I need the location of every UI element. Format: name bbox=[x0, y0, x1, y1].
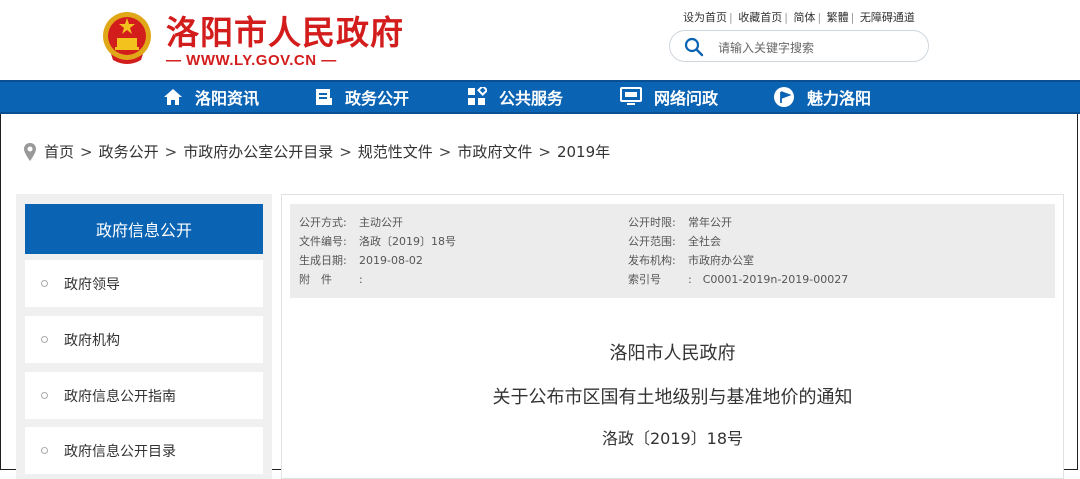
sidebar-title: 政府信息公开 bbox=[25, 204, 263, 254]
meta-scope: 公开范围: 全社会 bbox=[628, 235, 721, 248]
document-title: 关于公布市区国有土地级别与基准地价的通知 bbox=[492, 387, 853, 408]
breadcrumb-gov-affairs[interactable]: 政务公开 bbox=[99, 141, 159, 162]
home-icon bbox=[164, 89, 182, 105]
site-url: — WWW.LY.GOV.CN — bbox=[166, 52, 337, 69]
nav-item-news[interactable]: 洛阳资讯 bbox=[163, 82, 259, 112]
nav-item-gov-affairs[interactable]: 政务公开 bbox=[315, 82, 409, 112]
sidebar-item-guide[interactable]: 政府信息公开指南 bbox=[25, 372, 263, 419]
top-links: 设为首页 | 收藏首页 | 简体 | 繁體 | 无障碍通道 bbox=[683, 11, 915, 24]
bullet-icon bbox=[41, 447, 48, 454]
main-content: 公开方式: 主动公开 文件编号: 洛政〔2019〕18号 生成日期: 2019-08-… bbox=[281, 194, 1064, 479]
document-meta-table: 公开方式: 主动公开 文件编号: 洛政〔2019〕18号 生成日期: 2019-08-… bbox=[290, 204, 1055, 298]
breadcrumb-office-catalog[interactable]: 市政府办公室公开目录 bbox=[183, 141, 333, 162]
link-accessibility[interactable]: 无障碍通道 bbox=[860, 11, 915, 24]
meta-disclosure-method: 公开方式: 主动公开 bbox=[299, 216, 403, 229]
link-simplified[interactable]: 简体 bbox=[793, 11, 815, 24]
link-traditional[interactable]: 繁體 bbox=[827, 11, 849, 24]
search-input[interactable] bbox=[716, 37, 920, 59]
link-set-homepage[interactable]: 设为首页 bbox=[683, 11, 727, 24]
sidebar-item-label: 政府领导 bbox=[64, 276, 120, 293]
breadcrumb: 首页 > 政务公开 > 市政府办公室公开目录 > 规范性文件 > 市政府文件 > 2019… bbox=[23, 141, 610, 162]
bullet-icon bbox=[41, 392, 48, 399]
site-name: 洛阳市人民政府 bbox=[166, 13, 404, 52]
bullet-icon bbox=[41, 280, 48, 287]
main-nav: 洛阳资讯 政务公开 公共服务 网络问政 魅力洛阳 bbox=[0, 80, 1080, 114]
sidebar-item-leaders[interactable]: 政府领导 bbox=[25, 260, 263, 307]
document-issuer: 洛阳市人民政府 bbox=[609, 343, 736, 364]
monitor-icon bbox=[620, 87, 642, 105]
flag-icon bbox=[774, 87, 794, 107]
breadcrumb-year[interactable]: 2019年 bbox=[557, 141, 610, 162]
search-box[interactable] bbox=[669, 30, 929, 62]
nav-item-public-services[interactable]: 公共服务 bbox=[467, 82, 563, 112]
nav-item-online-inquiry[interactable]: 网络问政 bbox=[620, 82, 718, 112]
meta-time-limit: 公开时限: 常年公开 bbox=[628, 216, 732, 229]
breadcrumb-home[interactable]: 首页 bbox=[44, 141, 74, 162]
search-icon[interactable] bbox=[684, 37, 704, 57]
document-number: 洛政〔2019〕18号 bbox=[601, 429, 744, 448]
breadcrumb-city-gov-docs[interactable]: 市政府文件 bbox=[457, 141, 532, 162]
document-icon bbox=[316, 89, 332, 105]
link-bookmark[interactable]: 收藏首页 bbox=[738, 11, 782, 24]
meta-index-number: 索引号: C0001-2019n-2019-00027 bbox=[628, 273, 849, 286]
location-pin-icon bbox=[24, 142, 36, 161]
breadcrumb-normative-docs[interactable]: 规范性文件 bbox=[358, 141, 433, 162]
sidebar-item-agencies[interactable]: 政府机构 bbox=[25, 316, 263, 363]
sidebar-item-label: 政府机构 bbox=[64, 332, 120, 349]
grid-icon bbox=[468, 87, 487, 105]
meta-created-date: 生成日期: 2019-08-02 bbox=[299, 254, 423, 267]
sidebar-item-catalog[interactable]: 政府信息公开目录 bbox=[25, 427, 263, 474]
meta-publisher: 发布机构: 市政府办公室 bbox=[628, 254, 754, 267]
site-header: 洛阳市人民政府 — WWW.LY.GOV.CN — 设为首页 | 收藏首页 | 简体… bbox=[0, 0, 1080, 80]
sidebar: 政府信息公开 政府领导 政府机构 政府信息公开指南 政府信息公开目录 bbox=[16, 194, 272, 479]
nav-item-charm-luoyang[interactable]: 魅力洛阳 bbox=[773, 82, 871, 112]
meta-file-number: 文件编号: 洛政〔2019〕18号 bbox=[299, 235, 456, 248]
national-emblem-icon bbox=[103, 12, 151, 64]
bullet-icon bbox=[41, 336, 48, 343]
sidebar-item-label: 政府信息公开目录 bbox=[64, 443, 176, 460]
meta-attachment: 附 件: bbox=[299, 273, 363, 286]
sidebar-item-label: 政府信息公开指南 bbox=[64, 388, 176, 405]
